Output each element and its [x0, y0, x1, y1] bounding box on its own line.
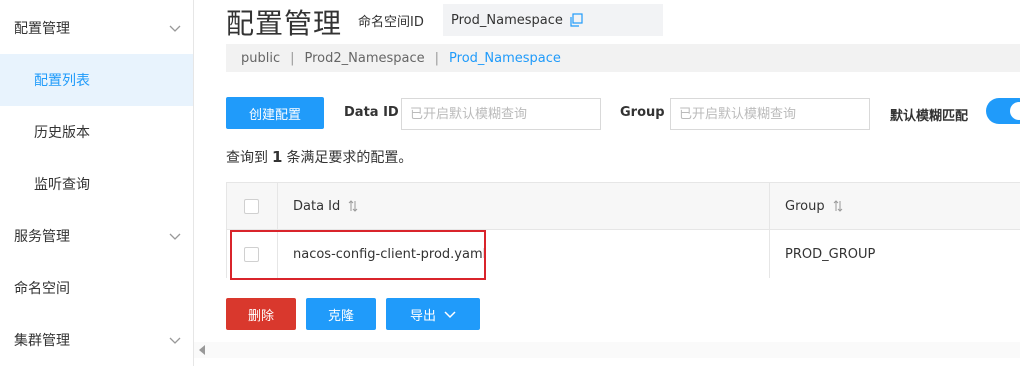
column-divider [769, 183, 770, 229]
app-root: 配置管理 配置列表 历史版本 监听查询 服务管理 命名空间 集群管理 配置管理 … [0, 0, 1020, 366]
sidebar-item-label: 命名空间 [14, 281, 70, 297]
sidebar-item-label: 配置管理 [14, 21, 70, 37]
sidebar-item-label: 集群管理 [14, 333, 70, 349]
column-divider [277, 230, 278, 278]
select-all-cell [244, 183, 259, 229]
sidebar-item-config-list[interactable]: 配置列表 [0, 54, 193, 106]
table-row[interactable]: nacos-config-client-prod.yaml PROD_GROUP [227, 230, 1020, 278]
row-select-cell [244, 230, 259, 278]
delete-button[interactable]: 删除 [226, 298, 296, 330]
group-label: Group [620, 105, 665, 120]
table-header: Data Id Group [227, 183, 1020, 230]
column-header-group[interactable]: Group [785, 183, 843, 229]
data-id-search-input[interactable] [401, 98, 601, 130]
namespace-separator: | [434, 50, 440, 66]
namespace-id-label: 命名空间ID [358, 15, 424, 30]
export-button[interactable]: 导出 [386, 298, 480, 330]
sidebar-item-label: 历史版本 [34, 125, 90, 141]
data-id-cell[interactable]: nacos-config-client-prod.yaml [293, 230, 486, 278]
column-header-label: Group [785, 198, 825, 214]
row-checkbox[interactable] [244, 246, 259, 262]
column-divider [769, 230, 770, 278]
sidebar-item-label: 服务管理 [14, 229, 70, 245]
fuzzy-match-label: 默认模糊匹配 [890, 109, 969, 124]
summary-prefix: 查询到 [226, 150, 268, 166]
select-all-checkbox[interactable] [244, 198, 259, 214]
copy-icon[interactable] [569, 13, 583, 27]
data-id-label: Data ID [344, 105, 399, 120]
clone-button[interactable]: 克隆 [306, 298, 376, 330]
namespace-link-prod[interactable]: Prod_Namespace [449, 51, 561, 66]
horizontal-scrollbar[interactable] [194, 342, 1020, 358]
summary-suffix: 条满足要求的配置。 [286, 150, 413, 166]
summary-count: 1 [272, 148, 283, 166]
create-config-button[interactable]: 创建配置 [226, 97, 324, 129]
sidebar-item-config-management[interactable]: 配置管理 [0, 2, 193, 54]
toggle-knob [1010, 102, 1020, 120]
chevron-down-icon [169, 337, 181, 344]
namespace-link-prod2[interactable]: Prod2_Namespace [305, 51, 425, 66]
column-header-data-id[interactable]: Data Id [293, 183, 358, 229]
group-cell: PROD_GROUP [785, 246, 876, 262]
main-content: 配置管理 命名空间ID Prod_Namespace public | Prod… [194, 0, 1020, 366]
namespace-id-value: Prod_Namespace [451, 12, 563, 28]
column-divider [277, 183, 278, 229]
namespace-link-public[interactable]: public [241, 51, 280, 66]
config-table: Data Id Group nacos-config-client-prod.y… [226, 182, 1020, 278]
sidebar: 配置管理 配置列表 历史版本 监听查询 服务管理 命名空间 集群管理 [0, 0, 194, 366]
sidebar-item-namespace[interactable]: 命名空间 [0, 262, 193, 314]
page-title: 配置管理 [226, 7, 343, 40]
sidebar-item-cluster-management[interactable]: 集群管理 [0, 314, 193, 366]
sidebar-item-history[interactable]: 历史版本 [0, 106, 193, 158]
sort-icon[interactable] [348, 200, 358, 212]
chevron-down-icon [169, 25, 181, 32]
sidebar-item-service-management[interactable]: 服务管理 [0, 210, 193, 262]
export-button-label: 导出 [409, 308, 436, 324]
sidebar-item-label: 配置列表 [34, 73, 90, 89]
namespace-separator: | [290, 50, 295, 66]
group-search-input[interactable] [670, 98, 870, 130]
column-header-label: Data Id [293, 198, 341, 214]
chevron-down-icon [169, 233, 181, 240]
namespace-id-box: Prod_Namespace [443, 4, 663, 36]
scroll-left-icon[interactable] [198, 345, 206, 355]
result-summary: 查询到 1 条满足要求的配置。 [226, 147, 412, 167]
chevron-down-icon [444, 311, 456, 319]
fuzzy-match-toggle[interactable] [986, 98, 1020, 124]
sort-icon[interactable] [833, 200, 843, 212]
namespace-bar: public | Prod2_Namespace | Prod_Namespac… [226, 44, 1020, 72]
sidebar-item-listener-query[interactable]: 监听查询 [0, 158, 193, 210]
sidebar-item-label: 监听查询 [34, 177, 90, 193]
